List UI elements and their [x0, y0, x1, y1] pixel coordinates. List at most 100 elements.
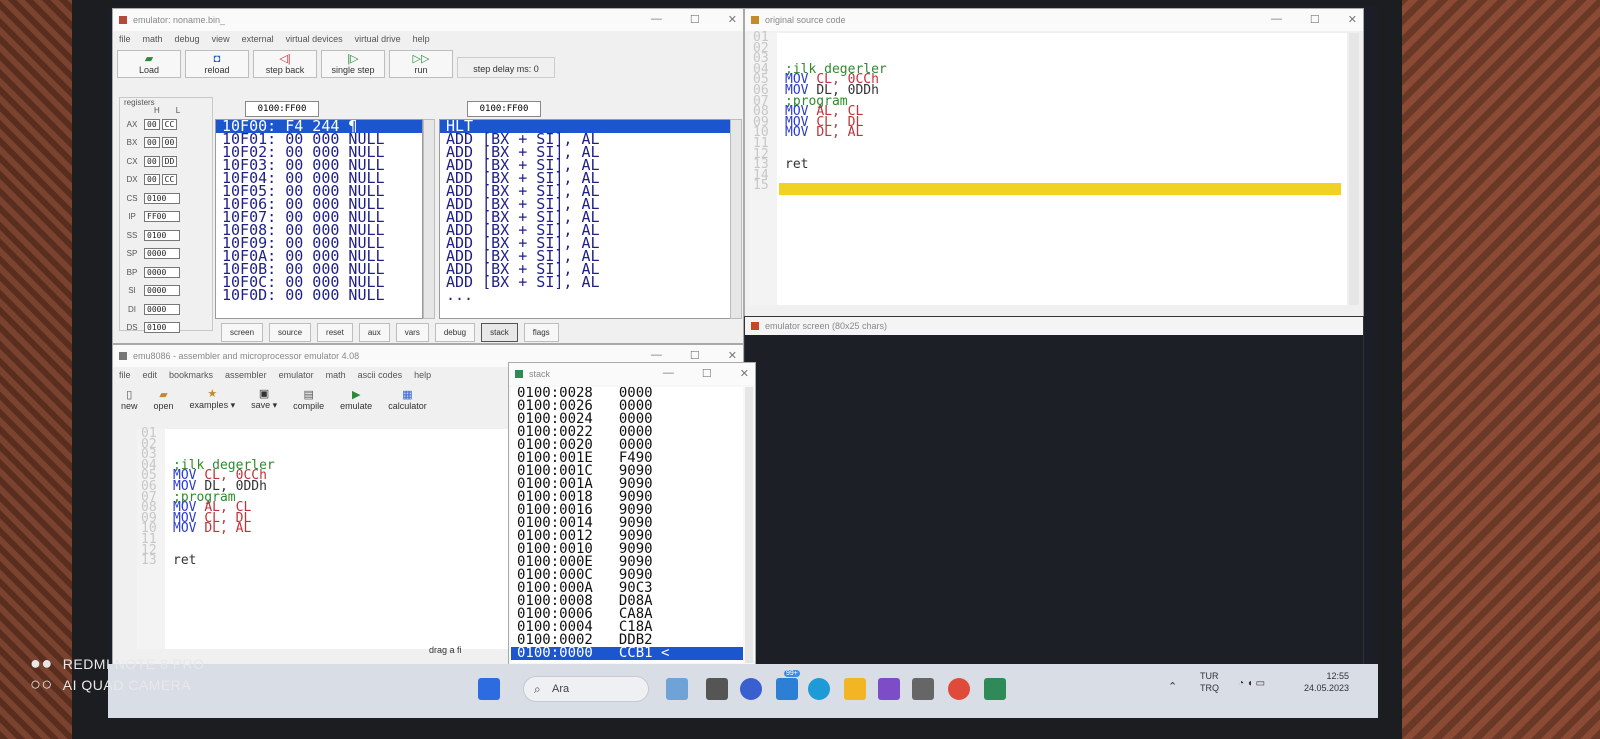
register-low-value[interactable]: CC	[161, 174, 178, 186]
examples-label: examples	[189, 400, 229, 410]
chrome-icon[interactable]	[948, 678, 970, 700]
run-button[interactable]: ▷▷ run	[389, 50, 453, 78]
menu-item-view[interactable]: view	[212, 34, 230, 44]
mail-icon[interactable]: 99+	[776, 670, 800, 700]
start-icon[interactable]	[478, 678, 500, 700]
tab-aux[interactable]: aux	[358, 323, 390, 342]
register-high-value[interactable]: 00	[144, 137, 160, 149]
maximize-icon[interactable]: ☐	[690, 349, 700, 362]
register-value[interactable]: 0100	[144, 322, 180, 334]
tab-vars[interactable]: vars	[395, 323, 429, 342]
menu-item-assembler[interactable]: assembler	[225, 370, 267, 380]
memory-list[interactable]: 10F00: F4 244 ¶ 10F01: 00 000 NULL 10F02: …	[215, 119, 423, 319]
edge-icon[interactable]	[808, 678, 830, 700]
new-button[interactable]: ▯ new	[117, 387, 142, 413]
menu-item-edit[interactable]: edit	[143, 370, 158, 380]
disasm-row[interactable]: ADD [BX + SI], AL	[440, 275, 730, 290]
app-icon[interactable]	[912, 678, 934, 700]
register-high-value[interactable]: 00	[144, 174, 160, 186]
disasm-scrollbar[interactable]	[730, 119, 742, 319]
register-value[interactable]: 0100	[144, 229, 180, 241]
tab-reset[interactable]: reset	[317, 323, 353, 342]
save-button[interactable]: ▣ save ▾	[247, 386, 281, 413]
menu-item-math[interactable]: math	[143, 34, 163, 44]
memory-scrollbar[interactable]	[423, 119, 435, 319]
load-icon: ▰	[144, 53, 154, 65]
system-tray-icons[interactable]: ◔ ◖ ▭	[1238, 678, 1265, 689]
editor-area[interactable]: 01 02 03 04 05 06 07 08 09 10 11 12 13 ;ilk degerler…	[137, 427, 517, 649]
menu-item-help[interactable]: help	[413, 34, 430, 44]
menu-item-file[interactable]: file	[119, 34, 131, 44]
register-value[interactable]: 0100	[144, 192, 180, 204]
emulate-button[interactable]: ▶ emulate	[336, 387, 376, 413]
register-high-value[interactable]: 00	[144, 118, 160, 130]
tab-screen[interactable]: screen	[221, 323, 264, 342]
menu-item-external[interactable]: external	[242, 34, 274, 44]
menu-item-ascii-codes[interactable]: ascii codes	[358, 370, 403, 380]
menu-item-virtual-drive[interactable]: virtual drive	[355, 34, 401, 44]
menu-item-file[interactable]: file	[119, 370, 131, 380]
register-value[interactable]: 0000	[144, 303, 180, 315]
open-button[interactable]: ▰ open	[150, 387, 178, 413]
menu-item-help[interactable]: help	[414, 370, 431, 380]
close-icon[interactable]: ✕	[728, 13, 737, 26]
menu-item-debug[interactable]: debug	[175, 34, 200, 44]
file-explorer-icon[interactable]	[844, 678, 866, 700]
source-view[interactable]: 01 02 03 04 05 06 07 08 09 10 11 12 13 14 15 ;ilk dege…	[749, 31, 1347, 305]
menu-item-emulator[interactable]: emulator	[279, 370, 314, 380]
menu-item-math[interactable]: math	[326, 370, 346, 380]
close-icon[interactable]: ✕	[740, 367, 749, 380]
tab-flags[interactable]: flags	[523, 323, 559, 342]
stack-list[interactable]: 0100:0028 0000 0100:0026 0000 0100:0024 0000 0…	[511, 387, 743, 663]
register-low-value[interactable]: CC	[161, 118, 178, 130]
minimize-icon[interactable]: —	[651, 13, 662, 26]
close-icon[interactable]: ✕	[1348, 13, 1357, 26]
close-icon[interactable]: ✕	[728, 349, 737, 362]
task-view-icon[interactable]	[706, 678, 728, 700]
stack-titlebar: stack — ☐ ✕	[509, 363, 755, 385]
reload-button[interactable]: ◘ reload	[185, 50, 249, 78]
compile-button[interactable]: ▤ compile	[289, 387, 328, 413]
emu8086-taskbar-icon[interactable]	[984, 678, 1006, 700]
register-value[interactable]: 0000	[144, 248, 180, 260]
menu-item-bookmarks[interactable]: bookmarks	[169, 370, 213, 380]
step-back-button[interactable]: ◁| step back	[253, 50, 317, 78]
chat-icon[interactable]	[740, 678, 762, 700]
disasm-address-field[interactable]: 0100:FF00	[467, 101, 541, 117]
register-high-value[interactable]: 00	[144, 155, 160, 167]
tab-source[interactable]: source	[269, 323, 312, 342]
examples-button[interactable]: ★ examples ▾	[186, 386, 240, 413]
taskbar-search[interactable]: ⌕ Ara	[523, 676, 649, 702]
widgets-icon[interactable]	[666, 678, 688, 700]
chevron-up-icon[interactable]: ⌃	[1168, 680, 1177, 693]
register-low-value[interactable]: 00	[161, 137, 178, 149]
tab-stack[interactable]: stack	[481, 323, 518, 342]
memory-address-field[interactable]: 0100:FF00	[245, 101, 319, 117]
step-delay-control[interactable]: step delay ms: 0	[457, 57, 555, 78]
minimize-icon[interactable]: —	[651, 349, 662, 362]
stack-row[interactable]: 0100:0000 CCB1 <	[511, 646, 743, 660]
source-scrollbar[interactable]	[1349, 33, 1359, 305]
memory-row[interactable]: 10F0D: 00 000 NULL	[216, 288, 422, 303]
disassembly-list[interactable]: HLT ADD [BX + SI], AL ADD [BX + SI], AL ADD…	[439, 119, 731, 319]
minimize-icon[interactable]: —	[663, 367, 674, 380]
register-name: SI	[128, 286, 136, 296]
minimize-icon[interactable]: —	[1271, 13, 1282, 26]
maximize-icon[interactable]: ☐	[702, 367, 712, 380]
maximize-icon[interactable]: ☐	[1310, 13, 1320, 26]
register-value[interactable]: 0000	[144, 285, 180, 297]
calculator-button[interactable]: ▦ calculator	[384, 387, 431, 413]
visual-studio-icon[interactable]	[878, 678, 900, 700]
clock[interactable]: 12:55 24.05.2023	[1304, 670, 1349, 694]
stack-scrollbar[interactable]	[745, 387, 753, 663]
menu-item-virtual-devices[interactable]: virtual devices	[286, 34, 343, 44]
single-step-button[interactable]: |▷ single step	[321, 50, 385, 78]
register-name: BP	[126, 267, 138, 277]
language-indicator[interactable]: TUR TRQ	[1200, 670, 1219, 694]
register-value[interactable]: FF00	[144, 211, 180, 223]
load-button[interactable]: ▰ Load	[117, 50, 181, 78]
register-low-value[interactable]: DD	[161, 155, 178, 167]
tab-debug[interactable]: debug	[434, 323, 476, 342]
maximize-icon[interactable]: ☐	[690, 13, 700, 26]
register-value[interactable]: 0000	[144, 266, 180, 278]
